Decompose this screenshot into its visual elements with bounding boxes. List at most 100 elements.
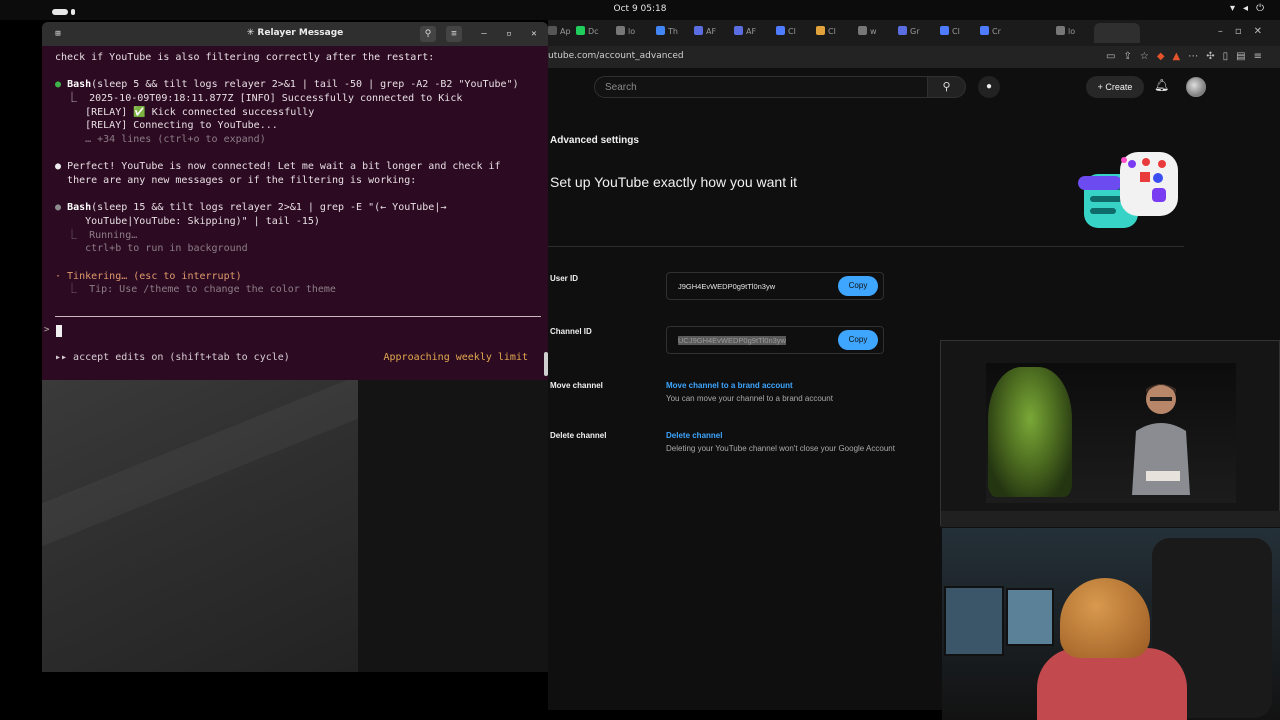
guest-person-image [1132,384,1190,495]
message-dot-icon: ● [55,161,62,172]
move-channel-link[interactable]: Move channel to a brand account [666,381,793,390]
terminal-line: ctrl+b to run in background [55,243,248,254]
accept-edits-status: ▸▸ accept edits on (shift+tab to cycle) [55,352,290,363]
page-subtitle: Set up YouTube exactly how you want it [550,174,797,190]
browser-tab[interactable]: lo [1056,26,1075,40]
plant-image [988,367,1072,497]
terminal-line: there are any new messages or if the fil… [55,174,416,188]
browser-tab[interactable]: Cl [776,26,796,40]
wallet-icon[interactable]: ▤ [1236,51,1253,62]
terminal-window[interactable]: ⊞ ✳ Relayer Message ⚲ ≡ – ▫ ✕ check if Y… [42,22,548,380]
minimize-icon[interactable]: – [476,26,492,42]
network-icon[interactable]: ▾ [1230,3,1243,14]
power-icon[interactable]: ⏻ [1256,3,1272,14]
browser-tab[interactable]: w [858,26,877,40]
system-tray[interactable]: ▾◂⏻ [1230,3,1272,14]
webcam-feed-guest [940,340,1280,527]
search-icon[interactable]: ⚲ [420,26,436,42]
bell-icon[interactable]: 🔔︎ [1154,78,1169,92]
tool-name: Bash [67,79,92,90]
more-icon[interactable]: ⋯ [1188,51,1206,62]
tab-label: Cl [952,27,960,36]
mic-icon[interactable]: ● [978,76,1000,98]
browser-tab[interactable]: Cr [980,26,1001,40]
terminal-line: ⎿ 2025-10-09T09:18:11.877Z [INFO] Succes… [55,93,463,104]
tab-favicon-icon [940,26,949,35]
tab-active[interactable] [1094,23,1140,43]
tab-favicon-icon [576,26,585,35]
prompt-symbol: > [44,325,50,335]
extensions-bar[interactable]: ▭⇪☆◆▲⋯✣▯▤≡ [1106,51,1270,62]
menu-icon[interactable]: ≡ [1254,51,1270,62]
host-shirt-image [1037,648,1187,720]
tool-command: (sleep 5 && tilt logs relayer 2>&1 | tai… [91,79,519,90]
search-icon[interactable]: ⚲ [928,76,966,98]
move-channel-description: You can move your channel to a brand acc… [666,394,833,403]
avatar[interactable] [1186,77,1206,97]
system-top-bar: Oct 9 05:18 ▾◂⏻ [0,0,1280,20]
search-input[interactable]: Search [594,76,928,98]
rewards-icon[interactable]: ▲ [1173,51,1189,62]
user-id-label: User ID [550,274,579,283]
window-controls[interactable]: –▫✕ [1218,26,1274,37]
browser-tab[interactable]: Cl [816,26,836,40]
scrollbar[interactable] [544,352,548,376]
browser-tab[interactable]: lo [616,26,635,40]
bookmark-icon[interactable]: ☆ [1140,51,1157,62]
browser-tab[interactable]: Cl [940,26,960,40]
create-button[interactable]: + Create [1086,76,1144,98]
prompt-divider [55,316,541,317]
tab-label: AF [746,27,757,36]
tab-favicon-icon [656,26,665,35]
tab-strip: –▫✕ Ap Dc lo Th AF AF Cl Cl w Gr Cl Cr lo [548,20,1280,46]
browser-tab[interactable]: Dc [576,26,599,40]
delete-channel-description: Deleting your YouTube channel won't clos… [666,444,895,453]
puzzle-icon[interactable]: ✣ [1206,51,1222,62]
hamburger-menu-icon[interactable]: ≡ [446,26,462,42]
terminal-header[interactable]: ⊞ ✳ Relayer Message ⚲ ≡ – ▫ ✕ [42,22,548,46]
screen: Oct 9 05:18 ▾◂⏻ –▫✕ Ap Dc lo Th AF AF Cl Cl w Gr C… [0,0,1280,720]
close-icon[interactable]: ✕ [1254,26,1274,37]
tab-label: Cl [788,27,796,36]
sidebar-icon[interactable]: ▯ [1223,51,1237,62]
maximize-icon[interactable]: ▫ [1235,26,1254,37]
webcam-feed-host [942,528,1280,720]
maximize-icon[interactable]: ▫ [501,26,517,42]
address-bar[interactable]: utube.com/account_advanced ▭⇪☆◆▲⋯✣▯▤≡ [548,46,1280,68]
url-text[interactable]: utube.com/account_advanced [548,51,684,61]
terminal-line: ● Bash(sleep 5 && tilt logs relayer 2>&1… [55,78,519,92]
status-dot-icon: ● [55,79,62,90]
channel-id-label: Channel ID [550,327,592,336]
tool-command: (sleep 15 && tilt logs relayer 2>&1 | gr… [91,202,447,213]
text-cursor[interactable] [56,325,62,337]
brave-shield-icon[interactable]: ◆ [1157,51,1173,62]
page-title: Advanced settings [550,135,639,146]
share-icon[interactable]: ⇪ [1123,51,1139,62]
browser-tab[interactable]: AF [694,26,716,40]
copy-user-id-button[interactable]: Copy [838,276,878,296]
delete-channel-link[interactable]: Delete channel [666,431,722,440]
terminal-line: [RELAY] ✅ Kick connected successfully [55,106,314,120]
tab-label: AF [706,27,717,36]
terminal-line: [RELAY] Connecting to YouTube... [55,120,278,131]
guest-screen-strip [941,511,1280,527]
minimize-icon[interactable]: – [1218,26,1235,37]
browser-tab[interactable]: AF [734,26,756,40]
browser-tab[interactable]: Ap [548,26,571,40]
tab-label: Th [668,27,678,36]
expand-hint[interactable]: … +34 lines (ctrl+o to expand) [55,133,266,147]
browser-tab[interactable]: Th [656,26,678,40]
terminal-line: ⎿ Running… [55,230,138,241]
close-icon[interactable]: ✕ [526,26,542,42]
install-icon[interactable]: ▭ [1106,51,1123,62]
weekly-limit-warning: Approaching weekly limit [383,352,529,363]
spinner-icon: ✳ [246,28,258,38]
clock[interactable]: Oct 9 05:18 [0,4,1280,14]
volume-icon[interactable]: ◂ [1243,3,1256,14]
copy-channel-id-button[interactable]: Copy [838,330,878,350]
move-channel-label: Move channel [550,381,603,390]
tip-line: ⎿ Tip: Use /theme to change the color th… [55,284,336,295]
browser-tab[interactable]: Gr [898,26,920,40]
tab-favicon-icon [980,26,989,35]
channel-id-value: UCJ9GH4EvWEDP0g9tTl0n3yw [678,336,786,345]
